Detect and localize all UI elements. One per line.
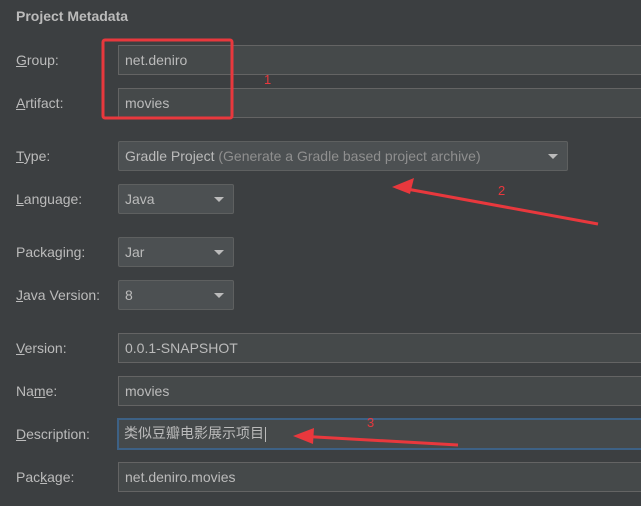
- type-label: Type:: [16, 148, 51, 164]
- packaging-value: Jar: [125, 244, 145, 260]
- annotation-label-2: 2: [498, 183, 505, 198]
- package-label: Package:: [16, 469, 75, 485]
- description-value: 类似豆瓣电影展示项目: [124, 426, 264, 442]
- version-field[interactable]: 0.0.1-SNAPSHOT: [118, 333, 641, 363]
- java-version-label: Java Version:: [16, 287, 101, 303]
- project-metadata-title: Project Metadata: [16, 8, 129, 24]
- packaging-label: Packaging:: [16, 244, 86, 260]
- name-label: Name:: [16, 383, 58, 399]
- language-label: Language:: [16, 191, 83, 207]
- description-label: Description:: [16, 426, 90, 442]
- description-field[interactable]: 类似豆瓣电影展示项目: [117, 418, 641, 450]
- language-dropdown[interactable]: Java: [118, 184, 234, 214]
- type-dropdown[interactable]: Gradle Project (Generate a Gradle based …: [118, 141, 568, 171]
- chevron-down-icon: [214, 293, 224, 298]
- packaging-dropdown[interactable]: Jar: [118, 237, 234, 267]
- name-field[interactable]: movies: [118, 376, 641, 406]
- annotation-arrowhead-2: [392, 178, 414, 194]
- java-version-value: 8: [125, 287, 133, 303]
- chevron-down-icon: [548, 154, 558, 159]
- artifact-label: Artifact:: [16, 95, 64, 111]
- chevron-down-icon: [214, 197, 224, 202]
- text-caret: [265, 426, 266, 442]
- artifact-field[interactable]: movies: [118, 88, 641, 118]
- type-value: Gradle Project: [125, 148, 215, 164]
- package-field[interactable]: net.deniro.movies: [118, 462, 641, 492]
- annotation-arrow-2: [395, 185, 599, 226]
- group-field[interactable]: net.deniro: [118, 45, 641, 75]
- chevron-down-icon: [214, 250, 224, 255]
- type-hint: (Generate a Gradle based project archive…: [214, 148, 481, 164]
- language-value: Java: [125, 191, 155, 207]
- java-version-dropdown[interactable]: 8: [118, 280, 234, 310]
- version-label: Version:: [16, 340, 67, 356]
- group-label: Group:: [16, 52, 59, 68]
